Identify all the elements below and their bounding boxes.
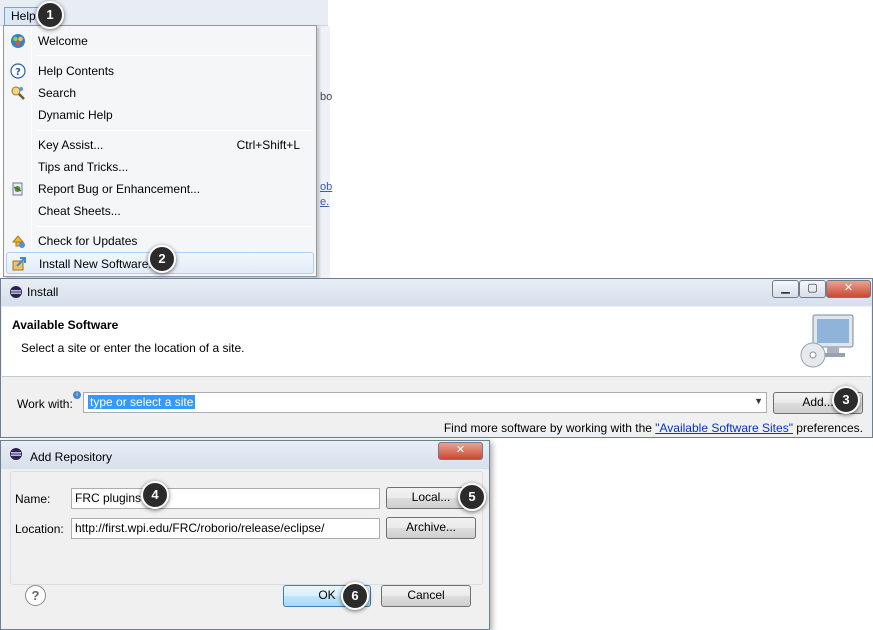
menu-item-label: Welcome [38, 34, 88, 48]
callout-marker: 5 [458, 483, 486, 511]
menu-item-label: Report Bug or Enhancement... [38, 182, 201, 196]
background-link-fragment: e. [320, 196, 330, 208]
menu-item-tips-and-tricks[interactable]: Tips and Tricks... [6, 156, 314, 178]
archive-button-label: Archive... [405, 520, 456, 534]
menu-separator [36, 226, 312, 227]
find-more-suffix: preferences. [792, 421, 863, 435]
available-software-heading: Available Software [12, 318, 119, 332]
available-software-sites-link[interactable]: "Available Software Sites" [655, 421, 793, 435]
menu-item-label: Cheat Sheets... [38, 204, 121, 218]
menu-item-label: Help Contents [38, 64, 115, 78]
menu-item-welcome[interactable]: Welcome [6, 30, 314, 52]
background-link-fragment: ob [320, 181, 333, 193]
repository-name-value: FRC plugins [75, 491, 142, 505]
callout-marker: 3 [832, 386, 860, 414]
menu-item-label: Install New Software... [39, 257, 159, 271]
welcome-icon [11, 34, 25, 48]
repository-location-value: http://first.wpi.edu/FRC/roborio/release… [75, 521, 325, 535]
eclipse-icon [10, 448, 22, 460]
help-contents-icon: ? [10, 63, 26, 79]
repository-name-field[interactable]: FRC plugins [71, 488, 380, 509]
install-banner-icon [800, 314, 854, 368]
cancel-button[interactable]: Cancel [381, 585, 471, 607]
install-header: Available Software Select a site or ente… [2, 307, 871, 377]
update-icon [11, 235, 25, 248]
close-button[interactable]: ✕ [826, 280, 871, 298]
add-repository-title-bar: Add Repository ✕ [1, 441, 489, 469]
editor-background-strip [318, 26, 330, 278]
work-with-label: Work with: [17, 397, 73, 411]
callout-marker: 1 [36, 1, 64, 29]
location-label: Location: [15, 522, 64, 536]
menu-item-report-bug[interactable]: Report Bug or Enhancement... [6, 178, 314, 200]
repository-location-field[interactable]: http://first.wpi.edu/FRC/roborio/release… [71, 518, 380, 539]
install-icon [12, 257, 26, 271]
local-button-label: Local... [411, 490, 451, 504]
callout-marker: 6 [341, 582, 369, 610]
add-repository-dialog: Add Repository ✕ Name: FRC plugins Local… [0, 440, 490, 630]
install-window: Install ▁ ▢ ✕ Available Software Select … [0, 278, 873, 438]
help-menu: Welcome ? Help Contents Search Dynamic H… [3, 25, 317, 277]
menu-item-label: Search [38, 86, 77, 100]
work-with-input-value: type or select a site [88, 395, 196, 409]
help-question-icon[interactable]: ? [25, 585, 46, 606]
name-label: Name: [15, 492, 51, 506]
eclipse-icon [10, 286, 22, 298]
menu-separator [36, 130, 312, 131]
search-icon [11, 86, 25, 100]
find-more-software-text: Find more software by working with the "… [444, 421, 863, 435]
callout-marker: 2 [148, 245, 176, 273]
info-icon: i [73, 391, 81, 399]
menu-item-cheat-sheets[interactable]: Cheat Sheets... [6, 200, 314, 222]
add-repository-title: Add Repository [30, 450, 113, 464]
menu-item-label: Check for Updates [38, 234, 138, 248]
menu-item-dynamic-help[interactable]: Dynamic Help [6, 104, 314, 126]
callout-marker: 4 [141, 481, 169, 509]
menu-item-search[interactable]: Search [6, 82, 314, 104]
menu-item-label: Dynamic Help [38, 108, 113, 122]
menu-item-label: Key Assist... [38, 138, 104, 152]
ok-button-label: OK [318, 588, 336, 602]
work-with-combo[interactable]: type or select a site ▼ [83, 392, 767, 413]
available-software-description: Select a site or enter the location of a… [21, 341, 245, 355]
dropdown-arrow-icon[interactable]: ▼ [754, 396, 763, 406]
minimize-button[interactable]: ▁ [772, 280, 799, 298]
install-window-title: Install [27, 285, 59, 299]
menu-item-help-contents[interactable]: ? Help Contents [6, 60, 314, 82]
archive-button[interactable]: Archive... [386, 517, 476, 539]
background-text-fragment: bo [320, 91, 333, 103]
dialog-close-button[interactable]: ✕ [438, 442, 483, 460]
install-title-bar: Install ▁ ▢ ✕ [1, 279, 872, 306]
menu-separator [36, 55, 312, 56]
help-menu-label: Help [11, 9, 36, 23]
svg-text:?: ? [15, 67, 21, 78]
menu-item-key-assist[interactable]: Key Assist... Ctrl+Shift+L [6, 134, 314, 156]
menu-item-label: Tips and Tricks... [38, 160, 129, 174]
add-site-button-label: Add... [802, 395, 834, 409]
menu-item-accelerator: Ctrl+Shift+L [236, 138, 300, 152]
find-more-prefix: Find more software by working with the [443, 421, 656, 435]
maximize-button[interactable]: ▢ [799, 280, 826, 298]
bug-report-icon [12, 182, 23, 196]
cancel-button-label: Cancel [407, 588, 445, 602]
